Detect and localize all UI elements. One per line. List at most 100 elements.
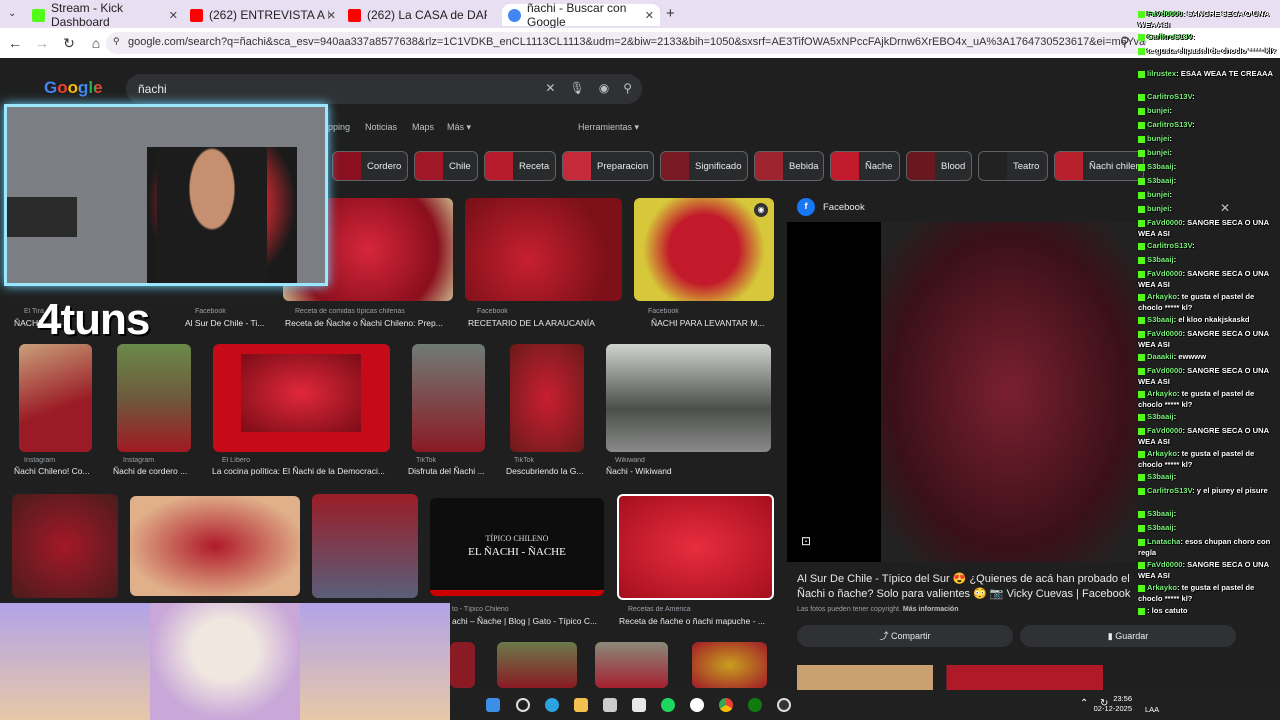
tab-kick-dashboard[interactable]: Stream - Kick Dashboard ✕ xyxy=(26,1,184,29)
chat-username[interactable]: FaVd0000 xyxy=(1147,9,1182,18)
tab-more[interactable]: Más ▾ xyxy=(447,122,471,133)
chat-username[interactable]: S3baaij xyxy=(1147,315,1174,324)
xbox-icon[interactable] xyxy=(748,698,762,712)
tray-chevron-icon[interactable]: ⌃ xyxy=(1080,698,1088,709)
chat-username[interactable]: CarlitroS13V xyxy=(1147,486,1192,495)
home-icon[interactable]: ⌂ xyxy=(84,35,108,51)
chat-username[interactable]: FaVd0000 xyxy=(1147,218,1182,227)
chat-username[interactable]: lilrustex xyxy=(1147,69,1176,78)
file-explorer-icon[interactable] xyxy=(574,698,588,712)
chat-username[interactable]: S3baaij xyxy=(1147,523,1174,532)
tab-news[interactable]: Noticias xyxy=(365,122,397,132)
image-result[interactable] xyxy=(450,642,475,688)
chat-username[interactable]: FaVd0000 xyxy=(1147,269,1182,278)
chip-preparacion[interactable]: Preparacion xyxy=(562,151,654,181)
image-result[interactable] xyxy=(692,642,767,688)
chat-username[interactable]: S3baaij xyxy=(1147,472,1174,481)
chip-teatro[interactable]: Teatro xyxy=(978,151,1048,181)
whatsapp-icon[interactable] xyxy=(690,698,704,712)
tab-youtube-dafne[interactable]: (262) La CASA de DAFNE | @Lu xyxy=(342,4,500,26)
chat-username[interactable]: S3baaij xyxy=(1147,255,1174,264)
image-result[interactable] xyxy=(12,494,118,598)
search-icon[interactable]: ⚲ xyxy=(623,81,632,95)
reload-icon[interactable]: ↻ xyxy=(57,35,81,52)
site-info-icon[interactable]: ⚲ xyxy=(113,36,120,47)
result-caption[interactable]: Al Sur De Chile - Ti... xyxy=(185,318,267,328)
image-result[interactable] xyxy=(465,198,622,301)
preview-title[interactable]: Al Sur De Chile - Típico del Sur 😍 ¿Quie… xyxy=(797,572,1147,602)
image-result[interactable] xyxy=(510,344,584,452)
obs-icon[interactable] xyxy=(777,698,791,712)
image-result[interactable] xyxy=(130,496,300,596)
chip-chile[interactable]: Chile xyxy=(414,151,478,181)
chat-username[interactable]: CarlitroS13V xyxy=(1147,92,1192,101)
chat-username[interactable]: S3baaij xyxy=(1147,162,1174,171)
lens-icon[interactable]: ⊡ xyxy=(801,534,811,548)
tab-maps[interactable]: Maps xyxy=(412,122,434,132)
tab-shopping[interactable]: pping xyxy=(328,122,350,132)
chat-username[interactable]: FaVd0000 xyxy=(1147,366,1182,375)
chat-username[interactable]: S3baaij xyxy=(1147,412,1174,421)
chat-username[interactable]: CarlitroS13V xyxy=(1147,241,1192,250)
result-caption[interactable]: Descubriendo la G... xyxy=(506,466,588,476)
preview-image[interactable]: ⊡ xyxy=(787,222,1137,562)
chat-username[interactable]: FaVd0000 xyxy=(1147,426,1182,435)
result-caption[interactable]: Receta de ñache o ñachi mapuche - ... xyxy=(619,616,774,626)
chip-significado[interactable]: Significado xyxy=(660,151,748,181)
tools-button[interactable]: Herramientas ▾ xyxy=(578,122,639,133)
preview-source-row[interactable]: f Facebook xyxy=(797,198,865,216)
language-indicator[interactable]: LAA xyxy=(1145,705,1159,714)
share-button[interactable]: ⤴ Compartir xyxy=(797,625,1013,647)
chrome-icon[interactable] xyxy=(719,698,733,712)
image-result-banner[interactable]: TÍPICO CHILENO EL ÑACHI - ÑACHE xyxy=(430,498,604,596)
result-caption[interactable]: ÑACHI PARA LEVANTAR M... xyxy=(651,318,771,328)
chat-username[interactable]: FaVd0000 xyxy=(1147,329,1182,338)
new-tab-button[interactable]: + xyxy=(666,5,675,22)
store-icon[interactable] xyxy=(603,698,617,712)
windows-start-icon[interactable] xyxy=(486,698,500,712)
chat-username[interactable]: CarlitroS13V xyxy=(1147,32,1192,41)
forward-icon[interactable]: → xyxy=(30,35,54,51)
image-result[interactable] xyxy=(117,344,191,452)
edge-icon[interactable] xyxy=(545,698,559,712)
search-input[interactable]: ñachi ✕ 🎙 ◉ ⚲ xyxy=(126,74,642,104)
image-result[interactable] xyxy=(312,494,418,598)
chat-username[interactable]: Arkayko xyxy=(1147,292,1177,301)
result-caption[interactable]: Ñachi de cordero ... xyxy=(113,466,195,476)
result-caption[interactable]: La cocina política: El Ñachi de la Democ… xyxy=(212,466,392,476)
lens-icon[interactable]: ◉ xyxy=(754,203,768,217)
search-icon[interactable] xyxy=(516,698,530,712)
chat-username[interactable]: S3baaij xyxy=(1147,509,1174,518)
image-result-selected[interactable] xyxy=(617,494,774,600)
taskbar-clock[interactable]: 23:56 02-12-2025 xyxy=(1094,694,1132,714)
chat-username[interactable]: bunjei xyxy=(1147,134,1169,143)
google-logo[interactable]: Google xyxy=(44,78,103,98)
lens-icon[interactable]: ◉ xyxy=(599,81,609,95)
chip-receta[interactable]: Receta xyxy=(484,151,556,181)
chat-username[interactable]: FaVd0000 xyxy=(1147,560,1182,569)
zoom-icon[interactable]: ⚲ xyxy=(1120,34,1130,50)
chat-username[interactable]: Daaakii xyxy=(1147,352,1174,361)
spotify-icon[interactable] xyxy=(661,698,675,712)
image-result[interactable]: ◉ xyxy=(634,198,774,301)
image-result[interactable] xyxy=(595,642,668,688)
chip-nache[interactable]: Ñache xyxy=(830,151,900,181)
chat-username[interactable]: CarlitroS13V xyxy=(1147,120,1192,129)
chat-username[interactable]: bunjei xyxy=(1147,106,1169,115)
back-icon[interactable]: ← xyxy=(3,35,27,51)
tab-google-search[interactable]: ñachi - Buscar con Google ✕ xyxy=(502,1,660,29)
chat-username[interactable]: bunjei xyxy=(1147,148,1169,157)
image-result[interactable] xyxy=(606,344,771,452)
more-info-link[interactable]: Más información xyxy=(903,606,959,613)
microphone-icon[interactable]: 🎙 xyxy=(569,81,584,95)
close-icon[interactable]: ✕ xyxy=(645,9,654,22)
chat-username[interactable]: bunjei xyxy=(1147,190,1169,199)
image-result[interactable] xyxy=(213,344,390,452)
result-caption[interactable]: RECETARIO DE LA ARAUCANÍA xyxy=(468,318,623,328)
close-icon[interactable]: ✕ xyxy=(327,9,336,22)
result-caption[interactable]: Ñachi Chileno! Co... xyxy=(14,466,96,476)
chat-username[interactable]: S3baaij xyxy=(1147,176,1174,185)
chip-cordero[interactable]: Cordero xyxy=(332,151,408,181)
chat-username[interactable]: Arkayko xyxy=(1147,583,1177,592)
result-caption[interactable]: Receta de Ñache o Ñachi Chileno: Prep... xyxy=(285,318,450,328)
